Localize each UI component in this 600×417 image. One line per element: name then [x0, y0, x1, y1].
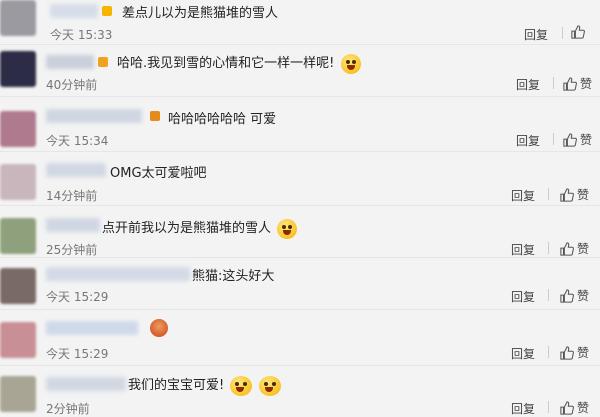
comment-text: 哈哈哈哈哈哈 可爱: [168, 112, 277, 127]
laughing-emoji-icon: [258, 375, 281, 396]
comment-text: OMG太可爱啦吧: [110, 166, 207, 181]
laughing-emoji-icon: [277, 218, 298, 239]
comment-item: OMG太可爱啦吧 14分钟前 回复 赞: [0, 152, 600, 206]
comment-text: 熊猫:这头好大: [192, 269, 275, 284]
comment-item: 点开前我以为是熊猫堆的雪人 25分钟前 回复 赞: [0, 206, 600, 258]
action-divider: [548, 188, 549, 200]
reply-button[interactable]: 回复: [511, 187, 535, 204]
reply-button[interactable]: 回复: [511, 345, 535, 362]
comment-time: 2分钟前: [46, 402, 90, 416]
username[interactable]: [46, 163, 106, 177]
comment-item: 差点儿以为是熊猫堆的雪人 今天 15:33 回复: [0, 0, 600, 45]
thumbs-up-icon: [563, 132, 577, 147]
comment-time: 25分钟前: [46, 243, 98, 257]
comment-list: 差点儿以为是熊猫堆的雪人 今天 15:33 回复 哈哈.我见到雪的心情和它一样一…: [0, 0, 600, 417]
username[interactable]: [46, 267, 190, 281]
comment-time: 今天 15:34: [46, 134, 109, 148]
username[interactable]: [46, 321, 138, 335]
thumbs-up-icon: [560, 187, 574, 202]
gift-icon: [150, 319, 168, 337]
username[interactable]: [46, 55, 94, 69]
comment-item: 熊猫:这头好大 今天 15:29 回复 赞: [0, 258, 600, 310]
comment-time: 40分钟前: [46, 78, 98, 92]
action-divider: [548, 401, 549, 413]
comment-text: 哈哈.我见到雪的心情和它一样一样呢!: [117, 52, 361, 74]
action-divider: [548, 289, 549, 301]
avatar[interactable]: [0, 0, 36, 36]
action-divider: [548, 242, 549, 254]
username[interactable]: [50, 4, 98, 18]
username[interactable]: [46, 109, 142, 123]
reply-button[interactable]: 回复: [524, 26, 548, 43]
thumbs-up-icon: [563, 76, 577, 91]
like-button[interactable]: 赞: [563, 131, 592, 148]
like-button[interactable]: [571, 25, 588, 39]
comment-time: 今天 15:29: [46, 347, 109, 361]
reply-button[interactable]: 回复: [511, 241, 535, 258]
action-divider: [562, 27, 563, 39]
avatar[interactable]: [0, 218, 36, 254]
thumbs-up-icon: [560, 241, 574, 256]
like-button[interactable]: 赞: [560, 240, 589, 257]
comment-time: 今天 15:29: [46, 290, 109, 304]
reply-button[interactable]: 回复: [511, 400, 535, 417]
avatar[interactable]: [0, 376, 36, 412]
comment-text: 差点儿以为是熊猫堆的雪人: [122, 6, 279, 21]
avatar[interactable]: [0, 51, 36, 87]
like-button[interactable]: 赞: [560, 399, 589, 416]
like-button[interactable]: 赞: [563, 75, 592, 92]
thumbs-up-icon: [571, 25, 585, 39]
comment-item: 哈哈.我见到雪的心情和它一样一样呢! 40分钟前 回复 赞: [0, 45, 600, 97]
action-divider: [548, 346, 549, 358]
thumbs-up-icon: [560, 288, 574, 303]
laughing-emoji-icon: [230, 375, 253, 396]
like-button[interactable]: 赞: [560, 344, 589, 361]
avatar[interactable]: [0, 111, 36, 147]
reply-button[interactable]: 回复: [516, 76, 540, 93]
vip-badge-icon: [150, 111, 160, 121]
comment-text: 点开前我以为是熊猫堆的雪人: [102, 217, 298, 239]
comment-item: 今天 15:29 回复 赞: [0, 310, 600, 366]
reply-button[interactable]: 回复: [511, 288, 535, 305]
laughing-emoji-icon: [340, 53, 361, 74]
avatar[interactable]: [0, 268, 36, 304]
vip-badge-icon: [98, 57, 108, 67]
comment-time: 14分钟前: [46, 189, 98, 203]
like-button[interactable]: 赞: [560, 287, 589, 304]
avatar[interactable]: [0, 164, 36, 200]
reply-button[interactable]: 回复: [516, 132, 540, 149]
username[interactable]: [46, 218, 100, 232]
comment-text: 我们的宝宝可爱!: [128, 374, 281, 396]
thumbs-up-icon: [560, 345, 574, 360]
like-button[interactable]: 赞: [560, 186, 589, 203]
action-divider: [553, 133, 554, 145]
action-divider: [553, 77, 554, 89]
username[interactable]: [46, 377, 126, 391]
vip-badge-icon: [102, 6, 112, 16]
comment-time: 今天 15:33: [50, 28, 113, 42]
thumbs-up-icon: [560, 400, 574, 415]
avatar[interactable]: [0, 322, 36, 358]
comment-item: 哈哈哈哈哈哈 可爱 今天 15:34 回复 赞: [0, 97, 600, 152]
comment-item: 我们的宝宝可爱! 2分钟前 回复 赞: [0, 366, 600, 417]
